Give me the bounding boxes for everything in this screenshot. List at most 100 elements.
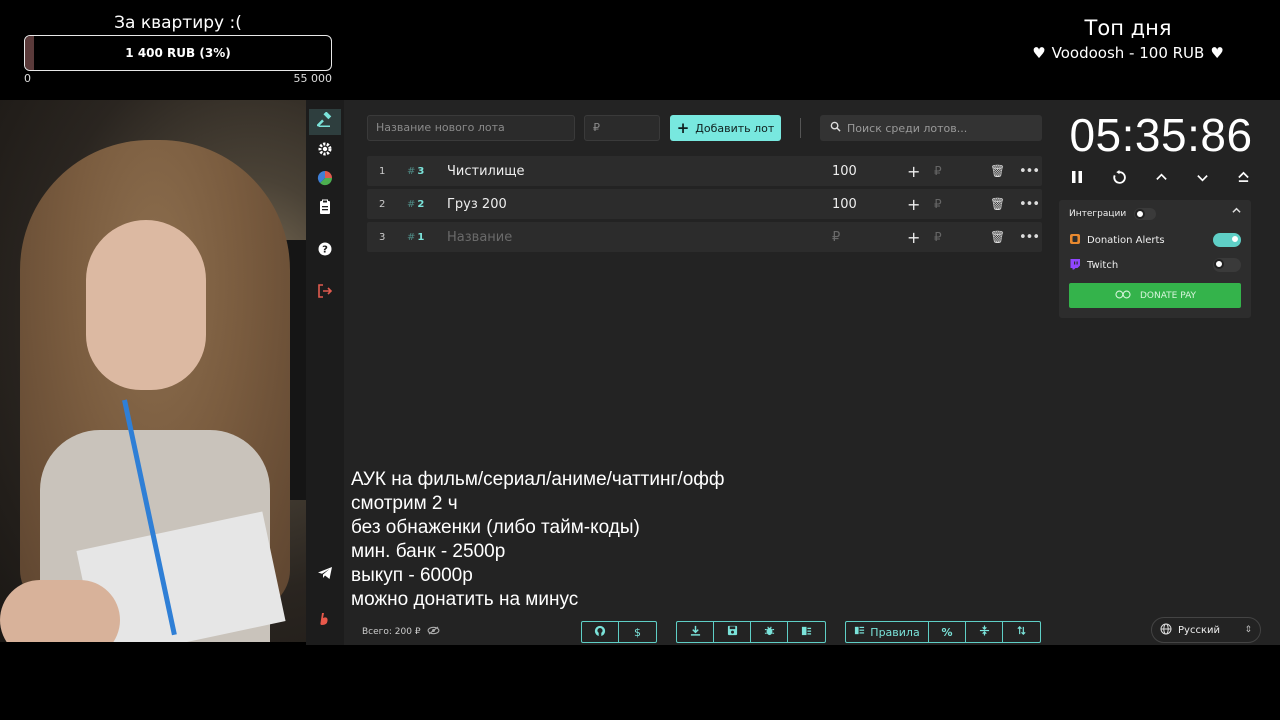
toggle-knob: [1214, 259, 1224, 269]
add-amount-icon[interactable]: +: [907, 162, 920, 181]
download-icon: [690, 625, 701, 639]
add-amount-input[interactable]: ₽: [934, 230, 942, 244]
more-options-icon[interactable]: •••: [1019, 197, 1040, 212]
donate-dollar-button[interactable]: $: [619, 622, 656, 642]
rules-button[interactable]: Правила: [846, 622, 929, 642]
telegram-link[interactable]: [309, 562, 341, 588]
rules-button-label: Правила: [870, 625, 920, 639]
integrations-header: Интеграции: [1069, 208, 1157, 220]
split-button[interactable]: [966, 622, 1003, 642]
help-nav-button[interactable]: ?: [309, 238, 341, 264]
eye-off-icon[interactable]: [427, 626, 440, 638]
svg-text:?: ?: [322, 245, 328, 256]
lot-name[interactable]: Название: [447, 230, 512, 245]
lot-index: 3: [379, 231, 386, 243]
sort-button[interactable]: [1003, 622, 1040, 642]
import-button[interactable]: [788, 622, 825, 642]
help-icon: ?: [317, 241, 333, 261]
lot-search-input[interactable]: Поиск среди лотов...: [820, 115, 1042, 141]
rules-line: АУК на фильм/сериал/аниме/чаттинг/офф: [351, 469, 725, 490]
add-amount-input[interactable]: ₽: [934, 164, 942, 178]
globe-icon: [1160, 623, 1172, 638]
add-lot-button[interactable]: + Добавить лот: [670, 115, 781, 141]
rules-line: мин. банк - 2500р: [351, 541, 506, 562]
toggle-knob: [1135, 209, 1146, 219]
lot-amount[interactable]: ₽: [832, 230, 840, 245]
integrations-title: Интеграции: [1069, 209, 1127, 219]
webcam-person-face: [86, 220, 206, 390]
donation-goal-widget: За квартиру :( 1 400 RUB (3%) 0 55 000: [24, 12, 332, 85]
download-button[interactable]: [677, 622, 714, 642]
links-button-group: $: [581, 621, 657, 643]
trash-icon[interactable]: 🗑: [990, 197, 1005, 211]
top-of-day-title: Топ дня: [1084, 16, 1172, 40]
chevron-up-icon[interactable]: [1232, 206, 1241, 218]
integration-name: Donation Alerts: [1087, 234, 1165, 246]
auction-rules-text: АУК на фильм/сериал/аниме/чаттинг/офф см…: [351, 468, 725, 612]
save-button[interactable]: [714, 622, 751, 642]
add-amount-icon[interactable]: +: [907, 228, 920, 247]
rules-line: можно донатить на минус: [351, 589, 579, 610]
lot-id: 2: [417, 198, 425, 210]
integration-twitch: Twitch: [1069, 257, 1241, 273]
chevron-updown-icon: ⇕: [1244, 625, 1252, 635]
bug-report-button[interactable]: [751, 622, 788, 642]
statistics-nav-button[interactable]: [309, 167, 341, 193]
new-lot-price-input[interactable]: ₽: [584, 115, 660, 141]
pie-chart-icon: [317, 170, 333, 190]
donation-alerts-icon: [1069, 233, 1081, 248]
donation-alerts-toggle[interactable]: [1213, 233, 1241, 247]
more-options-icon[interactable]: •••: [1019, 164, 1040, 179]
sidebar: ?: [306, 100, 344, 645]
toggle-slot: [1213, 233, 1241, 247]
lot-amount[interactable]: 100: [832, 197, 857, 212]
chevron-down-icon[interactable]: [1196, 170, 1209, 189]
trash-icon[interactable]: 🗑: [990, 164, 1005, 178]
lot-row[interactable]: 3 #1 Название ₽ + ₽ 🗑 •••: [367, 222, 1042, 252]
trash-icon[interactable]: 🗑: [990, 230, 1005, 244]
history-nav-button[interactable]: [309, 196, 341, 222]
lot-name[interactable]: Груз 200: [447, 197, 507, 212]
search-placeholder: Поиск среди лотов...: [847, 121, 968, 135]
lot-id: 3: [417, 165, 425, 177]
more-options-icon[interactable]: •••: [1019, 230, 1040, 245]
rules-line: без обнаженки (либо тайм-коды): [351, 517, 640, 538]
reset-icon[interactable]: [1112, 170, 1127, 189]
logout-nav-button[interactable]: [309, 280, 341, 306]
lot-row[interactable]: 2 #2 Груз 200 100 + ₽ 🗑 •••: [367, 189, 1042, 219]
auction-tools-button-group: Правила %: [845, 621, 1041, 643]
chevron-up-icon[interactable]: [1155, 170, 1168, 189]
twitch-toggle[interactable]: [1213, 258, 1241, 272]
double-chevron-up-icon[interactable]: [1237, 170, 1250, 189]
goal-progress-bar: 1 400 RUB (3%): [24, 35, 332, 71]
toggle-knob: [1230, 234, 1240, 244]
save-icon: [727, 625, 738, 639]
donatepay-button[interactable]: DONATE PAY: [1069, 283, 1241, 308]
lot-row[interactable]: 1 #3 Чистилище 100 + ₽ 🗑 •••: [367, 156, 1042, 186]
dollar-icon: $: [634, 625, 641, 639]
add-amount-input[interactable]: ₽: [934, 197, 942, 211]
split-icon: [979, 625, 990, 639]
lot-name[interactable]: Чистилище: [447, 164, 525, 179]
language-select[interactable]: Русский ⇕: [1151, 617, 1261, 643]
github-button[interactable]: [582, 622, 619, 642]
brand-link[interactable]: [309, 608, 341, 634]
lot-amount[interactable]: 100: [832, 164, 857, 179]
top-of-day-widget: Топ дня ♥ Voodoosh - 100 RUB ♥: [1010, 14, 1246, 62]
lot-id-tag: #1: [407, 231, 425, 243]
auction-nav-button[interactable]: [309, 109, 341, 135]
lot-index: 1: [379, 165, 386, 177]
twitch-icon: [1069, 258, 1081, 273]
settings-nav-button[interactable]: [309, 138, 341, 164]
lot-id-tag: #2: [407, 198, 425, 210]
pause-icon[interactable]: [1070, 170, 1084, 189]
add-amount-icon[interactable]: +: [907, 195, 920, 214]
github-icon: [594, 625, 606, 640]
clipboard-icon: [317, 199, 333, 219]
rules-line: выкуп - 6000р: [351, 565, 473, 586]
percent-button[interactable]: %: [929, 622, 966, 642]
sort-icon: [1016, 625, 1027, 639]
integrations-toggle[interactable]: [1134, 208, 1157, 220]
new-lot-name-input[interactable]: Название нового лота: [367, 115, 575, 141]
goal-max: 55 000: [293, 72, 333, 85]
